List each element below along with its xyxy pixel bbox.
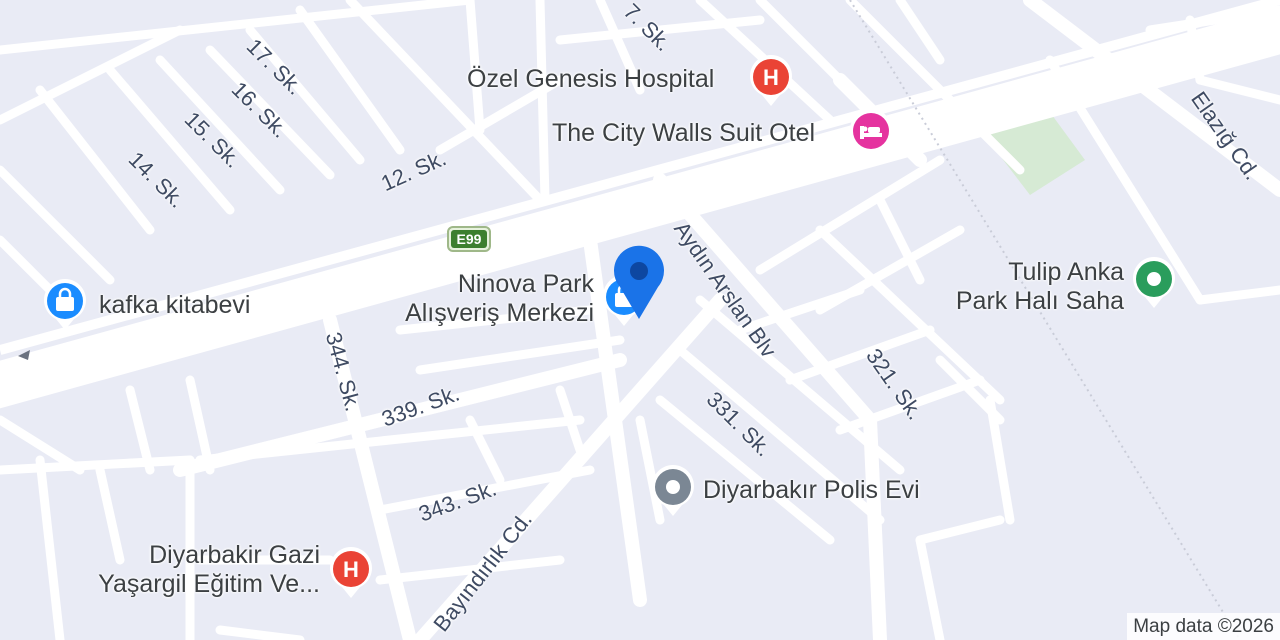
poi-label-ninova-line2: Alışveriş Merkezi bbox=[405, 299, 594, 327]
poi-label-tulip-line1: Tulip Anka bbox=[1008, 258, 1124, 286]
park-icon[interactable] bbox=[1131, 256, 1177, 310]
poi-label-ninova-line1: Ninova Park bbox=[457, 270, 594, 298]
poi-label-gazi-line2: Yaşargil Eğitim Ve... bbox=[98, 570, 320, 598]
hospital-icon-gazi[interactable]: H bbox=[328, 546, 374, 600]
place-icon[interactable] bbox=[650, 464, 696, 518]
poi-label-gazi-line1: Diyarbakir Gazi bbox=[149, 541, 320, 569]
location-marker-icon[interactable] bbox=[612, 245, 666, 321]
poi-label-city-walls-hotel[interactable]: The City Walls Suit Otel bbox=[552, 121, 815, 146]
route-shield-e99: E99 bbox=[447, 226, 491, 252]
poi-label-ninova-park[interactable]: Ninova Park Alışveriş Merkezi bbox=[382, 272, 594, 326]
poi-label-genesis-hospital[interactable]: Özel Genesis Hospital bbox=[467, 67, 714, 92]
route-shield-label: E99 bbox=[451, 230, 487, 248]
map-attribution: Map data ©2026 bbox=[1127, 613, 1280, 640]
poi-label-kafka-kitabevi[interactable]: kafka kitabevi bbox=[99, 293, 250, 318]
shopping-bag-icon-kafka[interactable] bbox=[42, 278, 88, 332]
svg-text:H: H bbox=[343, 557, 359, 582]
poi-label-polis-evi[interactable]: Diyarbakır Polis Evi bbox=[703, 478, 920, 503]
poi-label-tulip-anka[interactable]: Tulip Anka Park Halı Saha bbox=[900, 260, 1124, 314]
poi-label-gazi-yasargil[interactable]: Diyarbakir Gazi Yaşargil Eğitim Ve... bbox=[60, 543, 320, 597]
main-highway bbox=[0, 0, 1280, 409]
map-canvas[interactable]: E99 17. Sk. 16. Sk. 15. Sk. 14. Sk. 12. … bbox=[0, 0, 1280, 640]
poi-label-tulip-line2: Park Halı Saha bbox=[955, 287, 1124, 315]
hospital-icon[interactable]: H bbox=[748, 54, 794, 108]
svg-text:H: H bbox=[763, 65, 779, 90]
hotel-icon[interactable] bbox=[848, 108, 894, 162]
